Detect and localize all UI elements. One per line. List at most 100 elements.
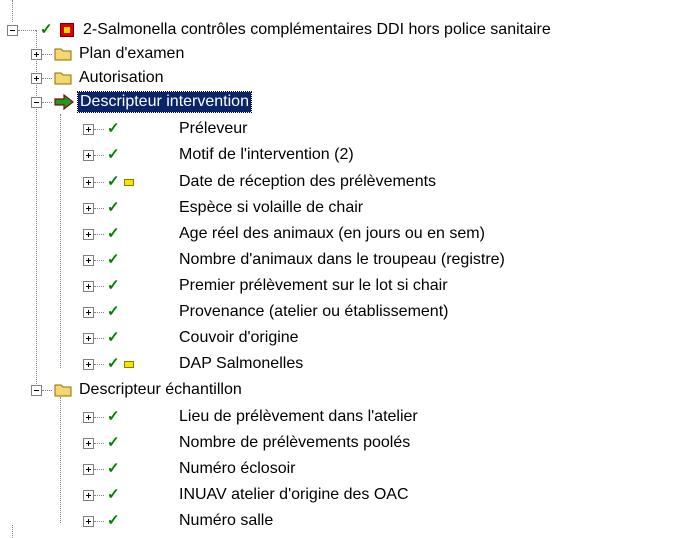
- tree-line: [94, 364, 104, 365]
- tree-label: Premier prélèvement sur le lot si chair: [179, 277, 448, 294]
- tree-row-item[interactable]: ✓ INUAV atelier d'origine des OAC: [0, 483, 683, 507]
- checkmark-icon: ✓: [107, 329, 120, 346]
- checkmark-icon: ✓: [107, 251, 120, 268]
- tree-label: Préleveur: [179, 120, 248, 137]
- tree-row-item[interactable]: ✓ Date de réception des prélèvements: [0, 170, 683, 194]
- tree-row-root[interactable]: ✓ 2-Salmonella contrôles complémentaires…: [0, 18, 683, 42]
- tree-row-item[interactable]: ✓ Couvoir d'origine: [0, 326, 683, 350]
- folder-icon: [54, 384, 72, 397]
- checkmark-icon: ✓: [107, 408, 120, 425]
- checkmark-icon: ✓: [107, 512, 120, 529]
- tree-row-item[interactable]: ✓ Espèce si volaille de chair: [0, 196, 683, 220]
- tree-row-item[interactable]: ✓ Nombre de prélèvements poolés: [0, 431, 683, 455]
- tree-row-item[interactable]: ✓ Motif de l'intervention (2): [0, 143, 683, 167]
- tree-line: [94, 495, 104, 496]
- tree-line: [94, 129, 104, 130]
- tree-row-autorisation[interactable]: Autorisation: [0, 66, 683, 90]
- tree-label: Numéro salle: [179, 512, 274, 529]
- tree-label: Nombre de prélèvements poolés: [179, 434, 411, 451]
- expand-toggle[interactable]: [83, 281, 94, 292]
- expand-toggle[interactable]: [31, 73, 42, 84]
- green-arrow-icon: [54, 94, 74, 110]
- expand-toggle[interactable]: [83, 124, 94, 135]
- tree-label: Espèce si volaille de chair: [179, 199, 364, 216]
- tree-label: Date de réception des prélèvements: [179, 173, 437, 190]
- tree-row-item[interactable]: ✓ Numéro salle: [0, 509, 683, 533]
- expand-toggle[interactable]: [83, 412, 94, 423]
- tree-line: [42, 102, 52, 103]
- checkmark-icon: ✓: [107, 199, 120, 216]
- checkmark-icon: ✓: [107, 355, 120, 372]
- yellow-flag-icon: [124, 361, 134, 368]
- expand-toggle[interactable]: [83, 229, 94, 240]
- yellow-flag-icon: [124, 179, 134, 186]
- tree-label: Motif de l'intervention (2): [179, 146, 354, 163]
- collapse-toggle[interactable]: [7, 25, 18, 36]
- tree-label-selected: Descripteur intervention: [77, 91, 252, 113]
- tree-row-item[interactable]: ✓ Numéro éclosoir: [0, 457, 683, 481]
- tree-row-plan-examen[interactable]: Plan d'examen: [0, 42, 683, 66]
- expand-toggle[interactable]: [83, 177, 94, 188]
- checkmark-icon: ✓: [107, 303, 120, 320]
- tree-label: Descripteur échantillon: [79, 381, 242, 398]
- tree-row-item[interactable]: ✓ Lieu de prélèvement dans l'atelier: [0, 405, 683, 429]
- expand-toggle[interactable]: [83, 438, 94, 449]
- tree-row-item[interactable]: ✓ Provenance (atelier ou établissement): [0, 300, 683, 324]
- tree-line: [94, 234, 104, 235]
- tree-label: Age réel des animaux (en jours ou en sem…: [179, 225, 485, 242]
- collapse-toggle[interactable]: [31, 385, 42, 396]
- checkmark-icon: ✓: [40, 21, 53, 38]
- tree-line: [94, 443, 104, 444]
- tree-line: [42, 78, 52, 79]
- checkmark-icon: ✓: [107, 460, 120, 477]
- folder-icon: [54, 48, 72, 61]
- checkmark-icon: ✓: [107, 277, 120, 294]
- expand-toggle[interactable]: [31, 49, 42, 60]
- tree-label: 2-Salmonella contrôles complémentaires D…: [83, 21, 551, 38]
- expand-toggle[interactable]: [83, 203, 94, 214]
- tree-line: [94, 338, 104, 339]
- tree-label: Provenance (atelier ou établissement): [179, 303, 449, 320]
- tree-label: Couvoir d'origine: [179, 329, 299, 346]
- collapse-toggle[interactable]: [31, 97, 42, 108]
- tree-label: Plan d'examen: [79, 45, 185, 62]
- tree-row-item[interactable]: ✓ Préleveur: [0, 117, 683, 141]
- expand-toggle[interactable]: [83, 333, 94, 344]
- expand-toggle[interactable]: [83, 255, 94, 266]
- tree-line: [18, 30, 36, 31]
- tree-row-item[interactable]: ✓ Nombre d'animaux dans le troupeau (reg…: [0, 248, 683, 272]
- expand-toggle[interactable]: [83, 307, 94, 318]
- tree-row-descripteur-echantillon[interactable]: Descripteur échantillon: [0, 378, 683, 402]
- expand-toggle[interactable]: [83, 359, 94, 370]
- tree-line: [94, 521, 104, 522]
- checkmark-icon: ✓: [107, 120, 120, 137]
- checkmark-icon: ✓: [107, 173, 120, 190]
- tree-line: [42, 54, 52, 55]
- expand-toggle[interactable]: [83, 490, 94, 501]
- tree-line: [94, 155, 104, 156]
- expand-toggle[interactable]: [83, 464, 94, 475]
- red-document-icon: [60, 23, 74, 37]
- tree-label: Lieu de prélèvement dans l'atelier: [179, 408, 418, 425]
- tree-label: INUAV atelier d'origine des OAC: [179, 486, 409, 503]
- tree-line: [94, 260, 104, 261]
- tree-row-item[interactable]: ✓ DAP Salmonelles: [0, 352, 683, 376]
- tree-row-item[interactable]: ✓ Premier prélèvement sur le lot si chai…: [0, 274, 683, 298]
- tree-view[interactable]: ✓ 2-Salmonella contrôles complémentaires…: [0, 0, 683, 538]
- tree-row-item[interactable]: ✓ Age réel des animaux (en jours ou en s…: [0, 222, 683, 246]
- expand-toggle[interactable]: [83, 150, 94, 161]
- checkmark-icon: ✓: [107, 225, 120, 242]
- expand-toggle[interactable]: [83, 516, 94, 527]
- tree-line: [42, 390, 52, 391]
- checkmark-icon: ✓: [107, 486, 120, 503]
- tree-label: Nombre d'animaux dans le troupeau (regis…: [179, 251, 505, 268]
- tree-row-descripteur-intervention[interactable]: Descripteur intervention: [0, 90, 683, 114]
- tree-label: DAP Salmonelles: [179, 355, 304, 372]
- tree-line: [94, 286, 104, 287]
- tree-line: [94, 312, 104, 313]
- tree-line: [94, 182, 104, 183]
- tree-line: [94, 469, 104, 470]
- tree-line: [94, 417, 104, 418]
- tree-label: Numéro éclosoir: [179, 460, 296, 477]
- tree-label: Autorisation: [79, 69, 164, 86]
